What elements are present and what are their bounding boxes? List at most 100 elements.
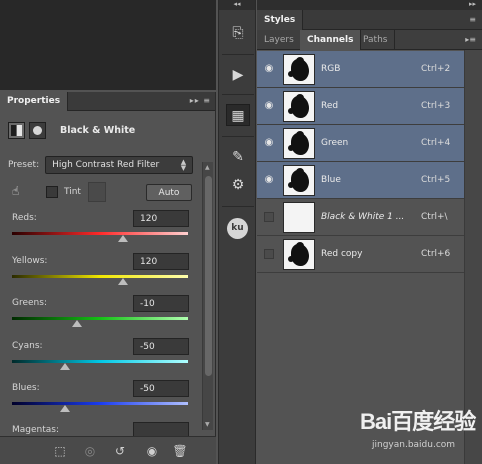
slider-label: Reds: <box>12 213 37 223</box>
history-icon[interactable]: ⎘ <box>226 22 250 44</box>
properties-footer: ⬚ ◎ ↺ ◉ 🗑 <box>0 436 216 464</box>
divider <box>222 206 254 207</box>
slider-track[interactable] <box>12 232 188 235</box>
slider-label: Blues: <box>12 383 40 393</box>
channel-thumbnail <box>283 128 315 159</box>
black-white-adjustment-icon[interactable] <box>8 121 25 139</box>
adjustment-title: Black & White <box>60 124 136 136</box>
slider-value-input[interactable]: 120 <box>133 253 189 270</box>
collapse-dock-icon[interactable]: ◂◂ <box>219 0 255 10</box>
tint-checkbox[interactable] <box>46 186 58 198</box>
styles-menu-icon[interactable]: ≡ <box>469 15 476 24</box>
slider-thumb[interactable] <box>59 405 70 412</box>
preset-row: Preset: High Contrast Red Filter ▲ ▼ <box>8 156 194 174</box>
tab-paths[interactable]: Paths <box>356 30 396 50</box>
channel-shortcut: Ctrl+\ <box>421 212 448 222</box>
slider-thumb[interactable] <box>117 235 128 242</box>
visibility-eye-icon[interactable]: ◉ <box>263 100 275 112</box>
channel-name: Green <box>321 138 349 148</box>
channel-row[interactable]: Red copy Ctrl+6 <box>257 236 464 273</box>
tab-layers[interactable]: Layers <box>257 30 302 50</box>
panel-menu-icon[interactable]: ▸▸ ≡ <box>190 96 211 105</box>
slider-thumb[interactable] <box>72 320 83 327</box>
preset-dropdown[interactable]: High Contrast Red Filter ▲ ▼ <box>45 156 194 174</box>
scroll-up-icon[interactable]: ▲ <box>205 164 210 171</box>
channel-row[interactable]: ◉ Red Ctrl+3 <box>257 88 464 125</box>
channels-menu-icon[interactable]: ▸≡ <box>465 35 476 44</box>
channel-row[interactable]: Black & White 1 ... Ctrl+\ <box>257 199 464 236</box>
channel-shortcut: Ctrl+3 <box>421 101 451 111</box>
slider-thumb[interactable] <box>117 278 128 285</box>
visibility-toggle[interactable] <box>264 212 274 222</box>
tab-channels[interactable]: Channels <box>300 30 362 50</box>
layer-mask-icon[interactable] <box>29 121 46 139</box>
channel-row[interactable]: ◉ Blue Ctrl+5 <box>257 162 464 199</box>
preset-label: Preset: <box>8 160 40 170</box>
tab-properties[interactable]: Properties <box>0 92 69 111</box>
divider <box>222 54 254 55</box>
trash-icon[interactable]: 🗑 <box>172 443 188 459</box>
watermark-url: jingyan.baidu.com <box>372 440 456 450</box>
targeted-adjustment-hand-icon[interactable]: ☝ <box>12 184 28 200</box>
actions-play-icon[interactable]: ▶ <box>226 64 250 86</box>
divider <box>222 136 254 137</box>
slider-track[interactable] <box>12 402 188 405</box>
slider-label: Greens: <box>12 298 47 308</box>
chevron-updown-icon: ▲ ▼ <box>180 158 187 172</box>
channel-shortcut: Ctrl+4 <box>421 138 451 148</box>
slider-reds: Reds: 120 <box>12 210 189 250</box>
slider-label: Cyans: <box>12 341 43 351</box>
channel-thumbnail <box>283 165 315 196</box>
clip-to-layer-icon[interactable]: ⬚ <box>52 443 68 459</box>
channel-name: Red copy <box>321 249 363 259</box>
slider-track[interactable] <box>12 317 188 320</box>
channel-shortcut: Ctrl+5 <box>421 175 451 185</box>
visibility-eye-icon[interactable]: ◉ <box>263 63 275 75</box>
expand-panels-icon[interactable]: ▸▸ <box>257 0 482 10</box>
channel-name: RGB <box>321 64 341 74</box>
slider-thumb[interactable] <box>59 363 70 370</box>
slider-blues: Blues: -50 <box>12 380 189 420</box>
channel-row[interactable]: ◉ Green Ctrl+4 <box>257 125 464 162</box>
scroll-down-icon[interactable]: ▼ <box>205 421 210 428</box>
divider <box>222 94 254 95</box>
slider-cyans: Cyans: -50 <box>12 338 189 378</box>
slider-value-input[interactable]: -10 <box>133 295 189 312</box>
tool-presets-icon[interactable]: ⚙ <box>226 174 250 196</box>
channel-shortcut: Ctrl+6 <box>421 249 451 259</box>
slider-value-input[interactable]: -50 <box>133 338 189 355</box>
slider-value-input[interactable]: -50 <box>133 380 189 397</box>
channel-name: Red <box>321 101 339 111</box>
adjustment-header: Black & White <box>8 120 135 140</box>
auto-button[interactable]: Auto <box>146 184 192 201</box>
tint-color-swatch[interactable] <box>88 182 106 202</box>
brushes-icon[interactable]: ✎ <box>226 146 250 168</box>
slider-label: Magentas: <box>12 425 59 435</box>
tab-styles[interactable]: Styles <box>257 10 304 30</box>
channels-panel: ▸▸ Styles ≡ Layers Channels Paths ▸≡ ◉ RG… <box>257 0 482 464</box>
properties-scrollbar[interactable]: ▲ ▼ <box>202 162 213 430</box>
channels-scrollbar[interactable] <box>464 50 482 464</box>
channels-tabs: Layers Channels Paths ▸≡ <box>257 30 482 50</box>
reset-icon[interactable]: ↺ <box>112 443 128 459</box>
ku-plugin-icon[interactable]: ku <box>227 218 248 239</box>
visibility-toggle[interactable] <box>264 249 274 259</box>
scroll-thumb[interactable] <box>205 176 212 376</box>
slider-track[interactable] <box>12 360 188 363</box>
adjustments-icon[interactable]: ▦ <box>226 104 250 126</box>
visibility-eye-icon[interactable]: ◉ <box>263 137 275 149</box>
preset-value: High Contrast Red Filter <box>52 160 160 170</box>
slider-yellows: Yellows: 120 <box>12 253 189 293</box>
visibility-eye-icon[interactable]: ◉ <box>263 174 275 186</box>
channel-shortcut: Ctrl+2 <box>421 64 451 74</box>
view-previous-state-icon[interactable]: ◎ <box>82 443 98 459</box>
channel-row[interactable]: ◉ RGB Ctrl+2 <box>257 51 464 88</box>
slider-value-input[interactable]: 120 <box>133 210 189 227</box>
channel-name: Black & White 1 ... <box>321 212 405 222</box>
visibility-eye-icon[interactable]: ◉ <box>144 443 160 459</box>
slider-track[interactable] <box>12 275 188 278</box>
tint-row: ☝ Tint Auto <box>0 180 200 204</box>
panel-dock-column: ◂◂ ⎘ ▶ ▦ ✎ ⚙ ku <box>218 0 256 464</box>
properties-header: Properties ▸▸ ≡ <box>0 92 215 111</box>
properties-panel: Properties ▸▸ ≡ Black & White Preset: Hi… <box>0 92 216 464</box>
